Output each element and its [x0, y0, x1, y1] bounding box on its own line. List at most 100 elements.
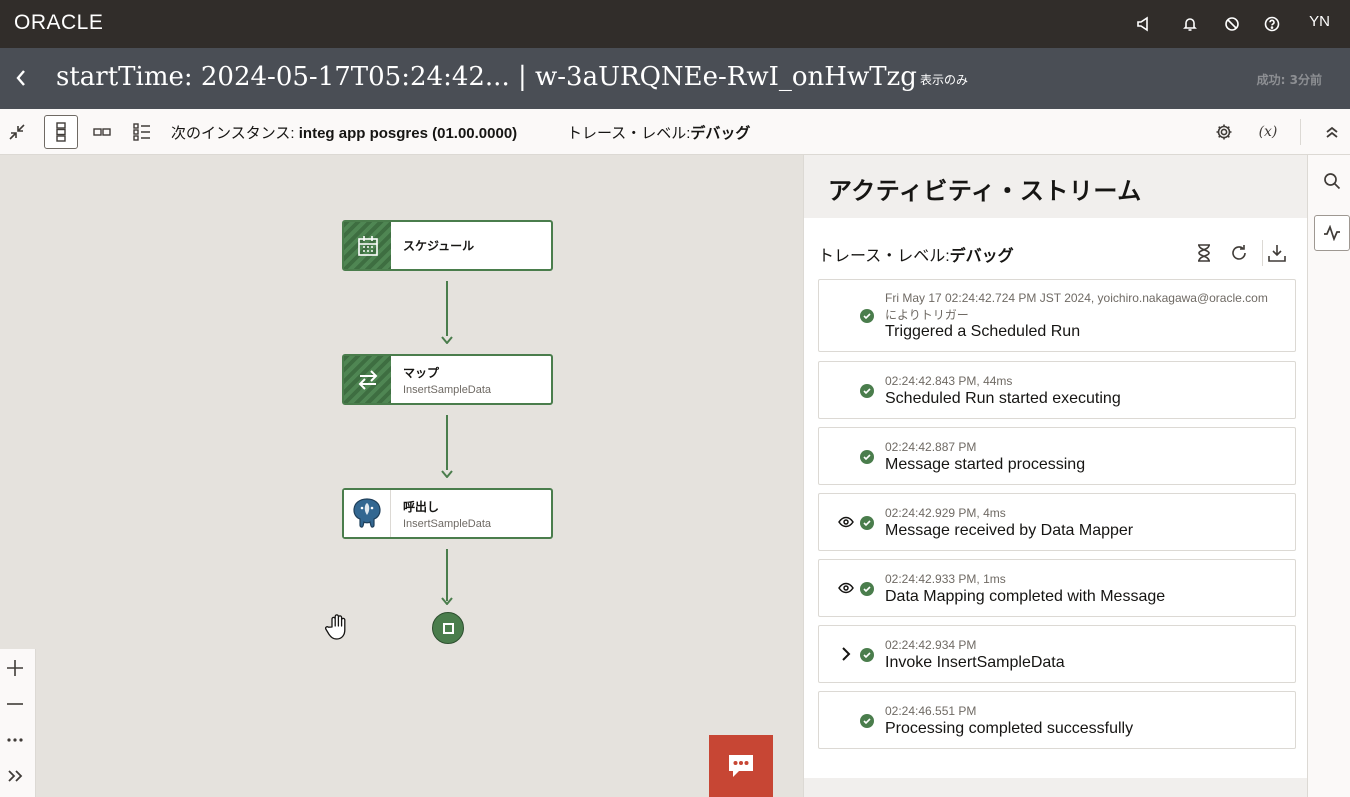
- success-check-icon: [860, 582, 874, 596]
- activity-stream-icon[interactable]: [1314, 215, 1350, 251]
- node-subtitle: InsertSampleData: [403, 383, 492, 396]
- trace-level-value: デバッグ: [949, 248, 1014, 265]
- entry-meta: 02:24:42.887 PM: [885, 440, 977, 454]
- chat-icon: [729, 755, 753, 777]
- end-node[interactable]: [432, 612, 464, 644]
- node-title: スケジュール: [403, 239, 475, 253]
- next-instance-value: integ app posgres (01.00.0000): [298, 125, 518, 142]
- chevron-right-icon[interactable]: [838, 646, 854, 662]
- entry-meta: 02:24:42.843 PM, 44ms: [885, 374, 1013, 388]
- trace-level: トレース・レベル:デバッグ: [567, 122, 750, 143]
- connector-arrow: [441, 336, 453, 344]
- zoom-out-button[interactable]: [0, 689, 30, 719]
- view-only-badge: 表示のみ: [920, 73, 969, 87]
- trace-level-value: デバッグ: [690, 125, 751, 142]
- global-header: ORACLE YN: [0, 0, 1350, 48]
- activity-entry[interactable]: Fri May 17 02:24:42.724 PM JST 2024, yoi…: [818, 279, 1296, 352]
- success-check-icon: [860, 450, 874, 464]
- eye-icon[interactable]: [838, 514, 854, 530]
- entry-message: Data Mapping completed with Message: [885, 588, 1166, 605]
- toolbar-divider: [1300, 119, 1301, 145]
- hourglass-icon[interactable]: [1191, 240, 1217, 266]
- refresh-icon[interactable]: [1226, 240, 1252, 266]
- entry-message: Message received by Data Mapper: [885, 522, 1134, 539]
- flow-node-invoke[interactable]: 呼出し InsertSampleData: [342, 488, 553, 539]
- success-check-icon: [860, 384, 874, 398]
- stop-icon: [442, 622, 454, 634]
- list-layout-button[interactable]: [125, 115, 159, 149]
- page-title: startTime: 2024-05-17T05:24:42... | w-3a…: [56, 62, 917, 92]
- success-check-icon: [860, 516, 874, 530]
- bell-icon[interactable]: [1179, 13, 1201, 35]
- hand-cursor-icon: [325, 614, 346, 640]
- flow-canvas[interactable]: スケジュール マップ InsertSampleData 呼出し InsertSa…: [0, 155, 803, 797]
- entry-meta: Fri May 17 02:24:42.724 PM JST 2024, yoi…: [885, 291, 1268, 305]
- announcement-icon[interactable]: [1133, 13, 1155, 35]
- activity-entry[interactable]: 02:24:42.929 PM, 4ms Message received by…: [818, 493, 1296, 551]
- calendar-icon: [344, 222, 391, 269]
- instance-toolbar: 次のインスタンス: integ app posgres (01.00.0000)…: [0, 109, 1350, 155]
- trace-level-label: トレース・レベル:: [567, 125, 691, 142]
- activity-entry[interactable]: 02:24:42.933 PM, 1ms Data Mapping comple…: [818, 559, 1296, 617]
- activity-entry[interactable]: 02:24:42.843 PM, 44ms Scheduled Run star…: [818, 361, 1296, 419]
- more-options-icon[interactable]: [0, 725, 30, 755]
- variables-button[interactable]: (x): [1251, 115, 1285, 149]
- trace-level-label: トレース・レベル:: [818, 248, 950, 265]
- activity-stream-title: アクティビティ・ストリーム: [804, 155, 1307, 218]
- flow-node-schedule[interactable]: スケジュール: [342, 220, 553, 271]
- connector-line: [446, 549, 448, 601]
- user-avatar[interactable]: YN: [1309, 13, 1330, 30]
- tool-divider: [1262, 240, 1263, 266]
- entry-meta: 02:24:42.934 PM: [885, 638, 977, 652]
- chevron-up-icon[interactable]: [1315, 115, 1349, 149]
- entry-meta: によりトリガー: [885, 308, 969, 322]
- zoom-controls: [0, 649, 36, 797]
- entry-meta: 02:24:42.933 PM, 1ms: [885, 572, 1006, 586]
- connector-arrow: [441, 597, 453, 605]
- help-icon[interactable]: [1261, 13, 1283, 35]
- horizontal-layout-button[interactable]: [85, 115, 119, 149]
- next-instance-label: 次のインスタンス:: [171, 125, 295, 142]
- node-title: マップ: [403, 365, 440, 380]
- page-header: startTime: 2024-05-17T05:24:42... | w-3a…: [0, 48, 1350, 109]
- back-button[interactable]: [10, 65, 32, 91]
- eye-icon[interactable]: [838, 580, 854, 596]
- chat-button[interactable]: [709, 735, 773, 797]
- flow-node-map[interactable]: マップ InsertSampleData: [342, 354, 553, 405]
- activity-stream-panel: アクティビティ・ストリーム トレース・レベル:デバッグ Fri May 17 0…: [803, 155, 1308, 797]
- entry-meta: 02:24:46.551 PM: [885, 704, 977, 718]
- activity-entry[interactable]: 02:24:42.934 PM Invoke InsertSampleData: [818, 625, 1296, 683]
- download-icon[interactable]: [1264, 240, 1290, 266]
- no-entry-icon[interactable]: [1221, 13, 1243, 35]
- status-text: 成功: 3分前: [1256, 73, 1322, 87]
- connector-arrow: [441, 470, 453, 478]
- oracle-logo[interactable]: ORACLE: [14, 11, 103, 35]
- expand-panel-icon[interactable]: [0, 761, 30, 791]
- activity-entry[interactable]: 02:24:46.551 PM Processing completed suc…: [818, 691, 1296, 749]
- node-subtitle: InsertSampleData: [403, 517, 492, 530]
- entry-meta: 02:24:42.929 PM, 4ms: [885, 506, 1006, 520]
- entry-message: Processing completed successfully: [885, 720, 1134, 737]
- success-check-icon: [860, 309, 874, 323]
- vertical-layout-button[interactable]: [44, 115, 78, 149]
- collapse-icon[interactable]: [0, 115, 34, 149]
- entry-message: Message started processing: [885, 456, 1086, 473]
- gear-icon[interactable]: [1207, 115, 1241, 149]
- postgresql-elephant-icon: [344, 490, 391, 537]
- entry-message: Scheduled Run started executing: [885, 390, 1121, 407]
- success-check-icon: [860, 714, 874, 728]
- connector-line: [446, 281, 448, 336]
- connector-line: [446, 415, 448, 470]
- next-instance: 次のインスタンス: integ app posgres (01.00.0000): [171, 122, 517, 143]
- node-title: 呼出し: [403, 499, 440, 514]
- activity-stream-body: トレース・レベル:デバッグ Fri May 17 02:24:42.724 PM…: [804, 218, 1308, 778]
- activity-entry[interactable]: 02:24:42.887 PM Message started processi…: [818, 427, 1296, 485]
- success-check-icon: [860, 648, 874, 662]
- activity-trace-level: トレース・レベル:デバッグ: [818, 242, 1014, 266]
- swap-arrows-icon: [344, 356, 391, 403]
- search-icon[interactable]: [1314, 163, 1350, 199]
- entry-message: Invoke InsertSampleData: [885, 654, 1065, 671]
- zoom-in-button[interactable]: [0, 653, 30, 683]
- right-rail: [1307, 155, 1350, 797]
- entry-message: Triggered a Scheduled Run: [885, 323, 1081, 340]
